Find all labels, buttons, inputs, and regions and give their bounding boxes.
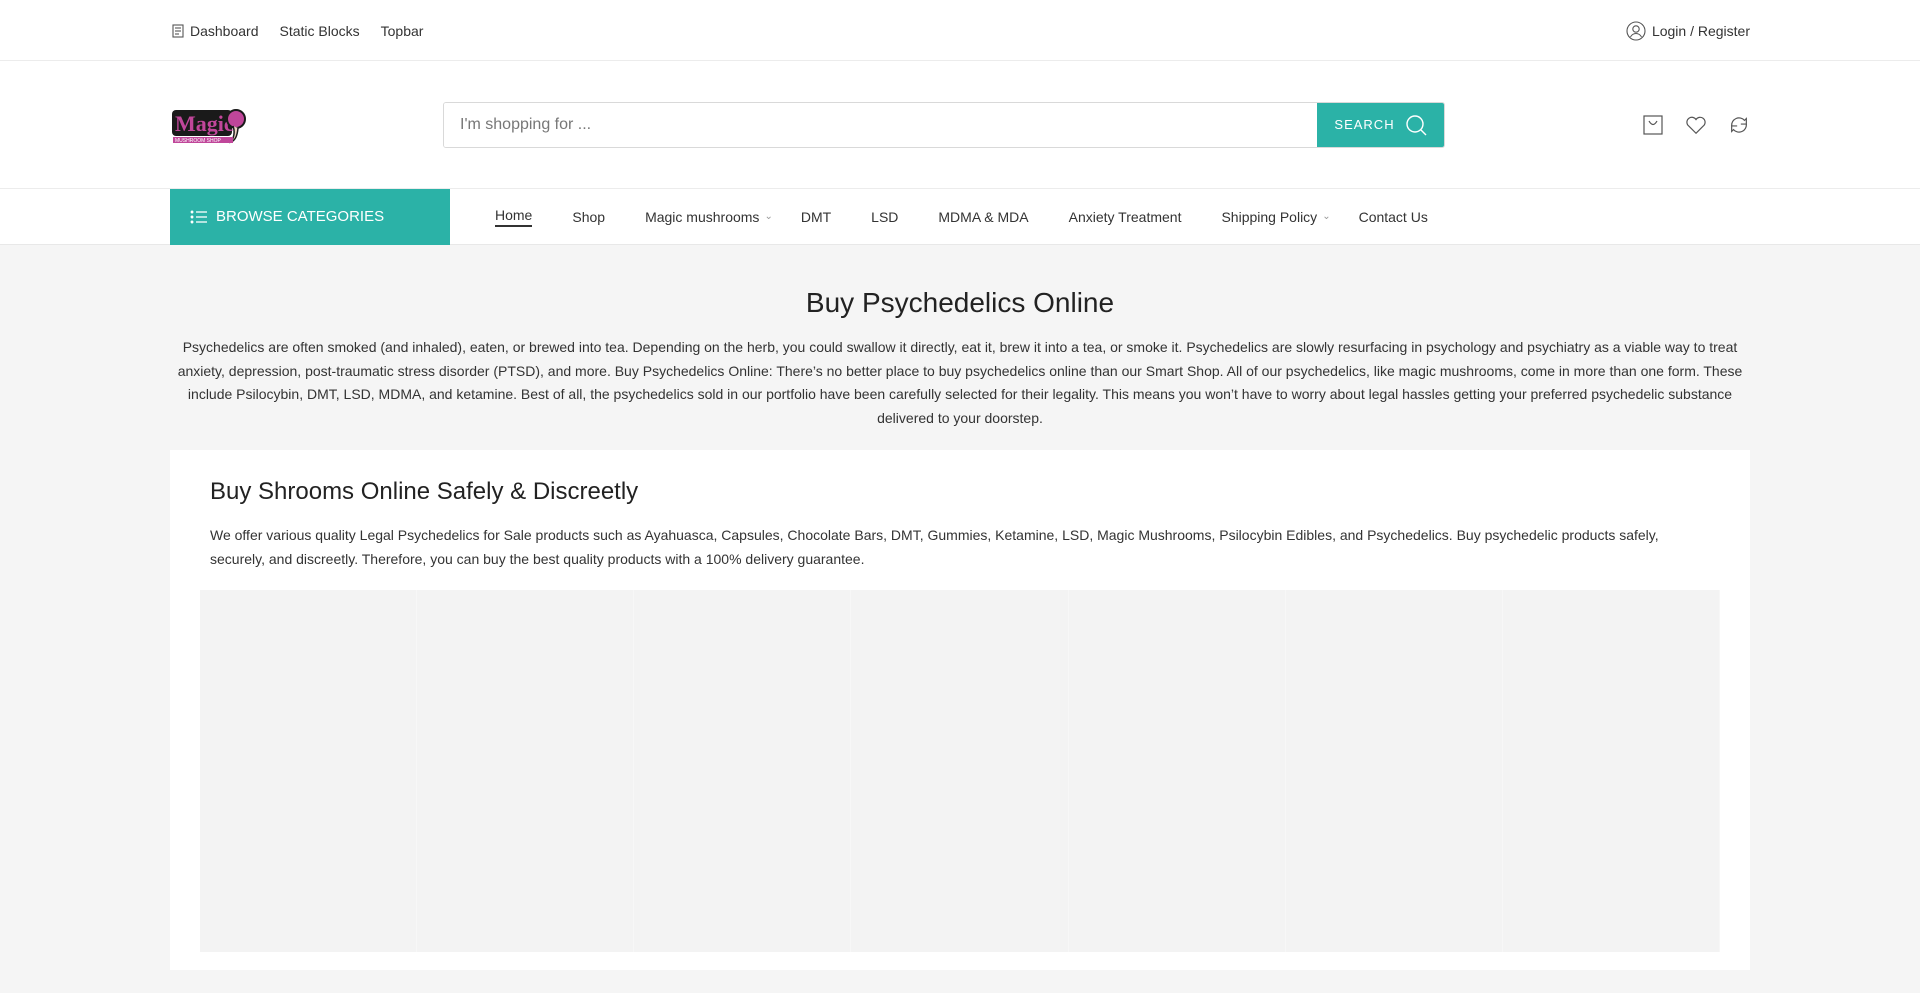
topbar: Dashboard Static Blocks Topbar Login / R…	[0, 0, 1920, 61]
nav-item-contact-us[interactable]: Contact Us	[1359, 209, 1428, 225]
slide-placeholder[interactable]	[1068, 590, 1286, 952]
product-slider	[200, 590, 1720, 952]
dashboard-icon	[172, 24, 184, 38]
login-register-label: Login / Register	[1651, 23, 1750, 39]
search-input[interactable]	[444, 102, 1317, 147]
logo-text: Magic	[175, 111, 234, 136]
slide-placeholder[interactable]	[634, 590, 852, 952]
browse-categories-label: BROWSE CATEGORIES	[216, 208, 385, 225]
search-button[interactable]: SEARCH	[1317, 102, 1444, 147]
card-title: Buy Shrooms Online Safely & Discreetly	[210, 478, 639, 505]
slide-placeholder[interactable]	[200, 590, 418, 952]
nav-label: Magic mushrooms	[645, 208, 760, 225]
intro-paragraph: Psychedelics are often smoked (and inhal…	[177, 339, 1743, 426]
nav-label: MDMA & MDA	[938, 208, 1029, 225]
nav-label: Home	[495, 207, 533, 227]
topbar-links: Dashboard Static Blocks Topbar	[170, 23, 423, 39]
menu: Home Shop Magic mushrooms ⌄ DMT LSD MDMA …	[495, 207, 1468, 227]
card-paragraph: We offer various quality Legal Psychedel…	[210, 527, 1659, 567]
login-register-link[interactable]: Login / Register	[1626, 21, 1750, 41]
search-bar: SEARCH	[443, 101, 1445, 148]
slide-placeholder[interactable]	[1502, 590, 1720, 952]
nav-item-lsd[interactable]: LSD	[871, 209, 898, 225]
site-logo[interactable]: Magic MUSHROOM SHOP	[170, 104, 248, 146]
main-content: Buy Psychedelics Online Psychedelics are…	[170, 287, 1750, 970]
list-icon	[190, 210, 207, 223]
header-icons	[1642, 114, 1750, 136]
content-card: Buy Shrooms Online Safely & Discreetly W…	[170, 450, 1750, 970]
nav-label: Shipping Policy	[1221, 208, 1318, 225]
browse-categories-button[interactable]: BROWSE CATEGORIES	[170, 188, 450, 245]
nav-label: Contact Us	[1358, 208, 1428, 225]
main-navigation: BROWSE CATEGORIES Home Shop Magic mushro…	[0, 188, 1920, 245]
topbar-topbar-link[interactable]: Topbar	[381, 23, 424, 39]
nav-item-home[interactable]: Home	[495, 207, 533, 227]
user-icon	[1626, 21, 1646, 41]
topbar-static-blocks-link[interactable]: Static Blocks	[280, 23, 360, 39]
compare-refresh-icon[interactable]	[1728, 114, 1750, 136]
nav-item-dmt[interactable]: DMT	[801, 209, 831, 225]
chevron-down-icon: ⌄	[764, 211, 773, 222]
topbar-dashboard-label: Dashboard	[190, 23, 259, 39]
nav-item-anxiety-treatment[interactable]: Anxiety Treatment	[1069, 209, 1182, 225]
chevron-down-icon: ⌄	[1322, 211, 1331, 222]
nav-item-shop[interactable]: Shop	[572, 209, 605, 225]
page-title: Buy Psychedelics Online	[805, 287, 1115, 318]
nav-item-magic-mushrooms[interactable]: Magic mushrooms ⌄	[645, 209, 773, 225]
header: Magic MUSHROOM SHOP SEARCH	[0, 61, 1920, 189]
nav-label: Shop	[572, 208, 606, 225]
nav-label: DMT	[800, 208, 832, 225]
nav-item-mdma[interactable]: MDMA & MDA	[938, 209, 1028, 225]
search-icon	[1405, 114, 1427, 135]
slide-placeholder[interactable]	[851, 590, 1069, 952]
nav-label: Anxiety Treatment	[1068, 208, 1182, 225]
slide-placeholder[interactable]	[417, 590, 635, 952]
cart-icon[interactable]	[1642, 114, 1664, 136]
logo-subtext: MUSHROOM SHOP	[175, 138, 222, 144]
topbar-dashboard-link[interactable]: Dashboard	[170, 23, 259, 39]
search-button-label: SEARCH	[1334, 117, 1395, 132]
nav-item-shipping-policy[interactable]: Shipping Policy ⌄	[1221, 209, 1330, 225]
nav-label: LSD	[871, 208, 899, 225]
wishlist-heart-icon[interactable]	[1685, 114, 1707, 136]
slide-placeholder[interactable]	[1285, 590, 1503, 952]
